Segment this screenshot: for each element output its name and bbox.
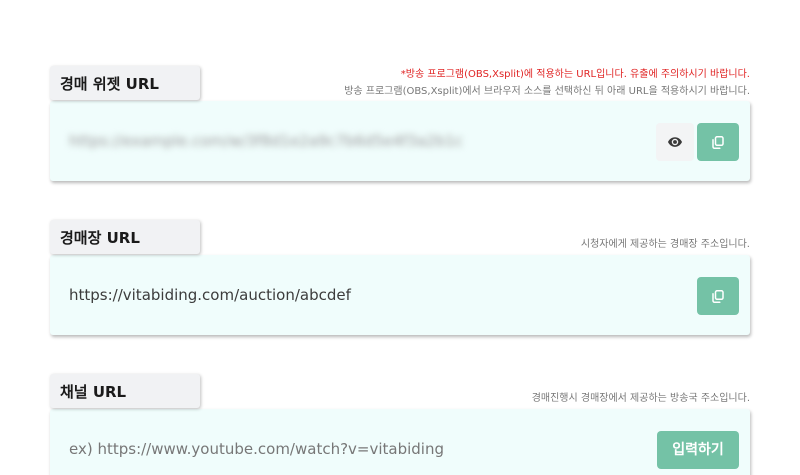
channel-url-input[interactable]: ex) https://www.youtube.com/watch?v=vita… <box>69 409 444 475</box>
widget-url-title: 경매 위젯 URL <box>50 66 200 100</box>
widget-url-section: 경매 위젯 URL *방송 프로그램(OBS,Xsplit)에 적용하는 URL… <box>50 66 750 186</box>
widget-url-info: 방송 프로그램(OBS,Xsplit)에서 브라우저 소스를 선택하신 뒤 아래… <box>344 86 750 97</box>
eye-icon <box>668 137 682 147</box>
url-settings-page: 경매 위젯 URL *방송 프로그램(OBS,Xsplit)에 적용하는 URL… <box>0 0 800 475</box>
widget-url-notes: *방송 프로그램(OBS,Xsplit)에 적용하는 URL입니다. 유출에 주… <box>344 66 750 100</box>
copy-auction-url-button[interactable] <box>697 277 739 315</box>
submit-channel-url-button[interactable]: 입력하기 <box>657 431 739 469</box>
channel-url-info: 경매진행시 경매장에서 제공하는 방송국 주소입니다. <box>531 393 750 404</box>
widget-url-card: https://example.com/w/3f8d1e2a9c7b6d5e4f… <box>50 101 750 181</box>
auction-url-notes: 시청자에게 제공하는 경매장 주소입니다. <box>581 236 750 253</box>
auction-url-info: 시청자에게 제공하는 경매장 주소입니다. <box>580 239 750 250</box>
auction-url-card: https://vitabiding.com/auction/abcdef <box>50 255 750 335</box>
copy-icon <box>712 135 724 149</box>
widget-url-value[interactable]: https://example.com/w/3f8d1e2a9c7b6d5e4f… <box>69 101 463 181</box>
auction-url-value[interactable]: https://vitabiding.com/auction/abcdef <box>69 255 351 335</box>
auction-url-section: 경매장 URL 시청자에게 제공하는 경매장 주소입니다. https://vi… <box>50 220 750 340</box>
channel-url-card: ex) https://www.youtube.com/watch?v=vita… <box>50 409 750 475</box>
auction-url-title: 경매장 URL <box>50 220 200 254</box>
channel-url-section: 채널 URL 경매진행시 경매장에서 제공하는 방송국 주소입니다. ex) h… <box>50 374 750 475</box>
copy-icon <box>712 289 724 303</box>
copy-widget-url-button[interactable] <box>697 123 739 161</box>
channel-url-notes: 경매진행시 경매장에서 제공하는 방송국 주소입니다. <box>532 390 750 407</box>
widget-url-warning: *방송 프로그램(OBS,Xsplit)에 적용하는 URL입니다. 유출에 주… <box>400 69 750 80</box>
channel-url-title: 채널 URL <box>50 374 200 408</box>
show-url-button[interactable] <box>656 123 694 161</box>
